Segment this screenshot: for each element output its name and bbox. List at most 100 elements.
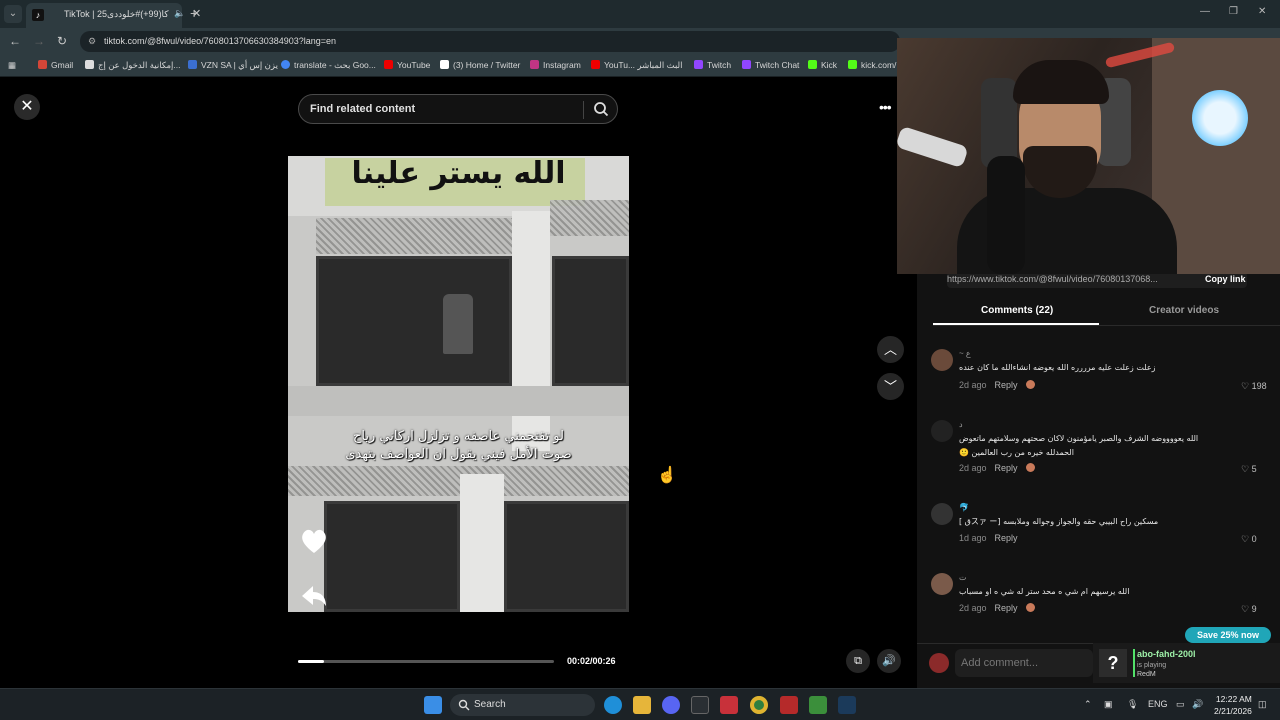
apps-grid-icon[interactable]: ▦: [8, 60, 16, 71]
bookmark-gmail[interactable]: Gmail: [38, 60, 73, 70]
audio-playing-icon[interactable]: 🔈: [174, 8, 185, 19]
x-icon: [440, 60, 449, 69]
edge-icon[interactable]: [604, 696, 622, 714]
notifications-icon[interactable]: ◫: [1258, 699, 1267, 710]
bookmark-instagram[interactable]: Instagram: [530, 60, 581, 70]
add-comment-input[interactable]: Add comment...: [955, 649, 1093, 677]
url-text: tiktok.com/@8fwul/video/7608013706630384…: [104, 36, 337, 46]
avatar[interactable]: [931, 420, 953, 442]
bookmark-label: YouTu... البث المباشر: [604, 60, 683, 70]
comment-username[interactable]: ~ ع: [959, 349, 971, 358]
bookmark-kick-com[interactable]: kick.com/: [848, 60, 896, 70]
next-video-chevron-down-icon[interactable]: ﹀: [877, 373, 904, 400]
alert-username: abo-fahd-200l: [1137, 649, 1196, 659]
chrome-icon[interactable]: [750, 696, 768, 714]
speaker-icon[interactable]: 🔊: [1192, 699, 1203, 710]
browser-tab-tiktok[interactable]: ♪ TikTok | 25کا(99+)#خلوددی 🔈 ✕: [26, 3, 201, 28]
reply-button[interactable]: Reply: [995, 463, 1018, 473]
start-windows-icon[interactable]: [424, 696, 442, 714]
tab-comments[interactable]: Comments (22): [981, 305, 1053, 316]
xbox-app-icon[interactable]: [691, 696, 709, 714]
tray-chevron-up-icon[interactable]: ⌃: [1084, 699, 1092, 710]
reaction-icon[interactable]: [1025, 380, 1035, 389]
video-progress-bar[interactable]: [298, 660, 554, 663]
comment-username[interactable]: 🐬: [959, 503, 969, 512]
save-25-button[interactable]: Save 25% now: [1185, 627, 1271, 643]
share-arrow-icon[interactable]: [300, 584, 328, 608]
omnibox[interactable]: ⚙ tiktok.com/@8fwul/video/76080137066303…: [80, 31, 900, 52]
bookmark-twitch-chat[interactable]: Twitch Chat: [742, 60, 799, 70]
bookmark-access[interactable]: إمكانية الدخول عن إج...: [85, 60, 181, 71]
microphone-icon[interactable]: 🎙: [1127, 699, 1138, 710]
bookmark-label: Instagram: [543, 60, 581, 70]
file-explorer-icon[interactable]: [633, 696, 651, 714]
site-info-icon[interactable]: ⚙: [88, 36, 96, 47]
reaction-icon[interactable]: [1025, 603, 1035, 612]
close-video-icon[interactable]: ✕: [14, 94, 40, 120]
language-indicator[interactable]: ENG: [1148, 699, 1168, 709]
bookmark-twitch[interactable]: Twitch: [694, 60, 731, 70]
video-link-text: https://www.tiktok.com/@8fwul/video/7608…: [947, 274, 1158, 284]
bookmark-youtube[interactable]: YouTube: [384, 60, 430, 70]
rockstar-icon[interactable]: [780, 696, 798, 714]
avatar[interactable]: [931, 573, 953, 595]
more-options-icon[interactable]: •••: [879, 99, 892, 115]
like-heart-icon[interactable]: [300, 528, 328, 554]
reply-button[interactable]: Reply: [995, 380, 1018, 390]
bookmark-youtube-live[interactable]: YouTu... البث المباشر: [591, 60, 682, 71]
search-divider: [583, 101, 584, 119]
tray-app-icon[interactable]: ▣: [1104, 699, 1113, 710]
question-icon: ?: [1099, 649, 1127, 677]
stream-logo-icon: [1192, 90, 1248, 146]
bookmark-favicon-icon: [38, 60, 47, 69]
bookmark-translate[interactable]: translate - بحث Goo...: [281, 60, 376, 71]
comment-age: 2d ago: [959, 380, 987, 390]
discord-icon[interactable]: [662, 696, 680, 714]
kick-icon: [808, 60, 817, 69]
comment-like-count[interactable]: ♡ 5: [1241, 464, 1257, 475]
previous-video-chevron-up-icon[interactable]: ︿: [877, 336, 904, 363]
taskbar-search[interactable]: Search: [450, 694, 595, 716]
bookmark-kick[interactable]: Kick: [808, 60, 837, 70]
window-close-icon[interactable]: ✕: [1258, 6, 1266, 17]
tab-creator-videos[interactable]: Creator videos: [1149, 305, 1219, 316]
tab-list-chevron-icon[interactable]: ⌄: [4, 5, 22, 23]
game-launcher-icon[interactable]: [809, 696, 827, 714]
comment-like-count[interactable]: ♡ 198: [1241, 381, 1267, 392]
like-count: 9: [1251, 604, 1257, 614]
recorder-icon[interactable]: [720, 696, 738, 714]
forward-arrow-icon[interactable]: →: [33, 34, 45, 48]
comment-like-count[interactable]: ♡ 0: [1241, 534, 1257, 545]
reply-button[interactable]: Reply: [995, 603, 1018, 613]
bookmark-favicon-icon: [188, 60, 197, 69]
copy-link-button[interactable]: Copy link: [1205, 274, 1246, 284]
reload-icon[interactable]: ↻: [57, 34, 67, 48]
bookmark-twitter[interactable]: (3) Home / Twitter: [440, 60, 520, 70]
video-person: [443, 294, 473, 354]
bookmark-vzn[interactable]: VZN SA | يزن إس أي: [188, 60, 278, 71]
comment-like-count[interactable]: ♡ 9: [1241, 604, 1257, 615]
comment-age: 2d ago: [959, 603, 987, 613]
avatar[interactable]: [931, 503, 953, 525]
tab-title: TikTok | 25کا(99+)#خلوددی: [64, 9, 169, 19]
volume-icon[interactable]: 🔊: [877, 649, 901, 673]
tiktok-favicon-icon: ♪: [32, 9, 44, 21]
comment-username[interactable]: د: [959, 420, 963, 429]
restore-icon[interactable]: ❐: [1229, 6, 1238, 17]
related-search-box[interactable]: Find related content: [298, 94, 618, 124]
minimize-icon[interactable]: —: [1200, 6, 1210, 17]
reaction-icon[interactable]: [1025, 463, 1035, 472]
comment-text: الله يرسيهم ام شي ه محد ستر له شي ه او م…: [959, 587, 1130, 596]
back-arrow-icon[interactable]: ←: [9, 34, 21, 48]
copy-link-row: https://www.tiktok.com/@8fwul/video/7608…: [947, 272, 1247, 288]
comment-username[interactable]: ت: [959, 573, 967, 582]
reply-button[interactable]: Reply: [995, 533, 1018, 543]
steam-icon[interactable]: [838, 696, 856, 714]
search-icon[interactable]: [593, 101, 609, 117]
new-tab-plus-icon[interactable]: +: [190, 5, 198, 21]
network-icon[interactable]: ▭: [1176, 699, 1185, 710]
taskbar-clock[interactable]: 12:22 AM 2/21/2026: [1214, 693, 1252, 717]
video-player[interactable]: الله يستر علينا لو تقتحمني عاصفه و تزلزل…: [288, 156, 629, 612]
avatar[interactable]: [931, 349, 953, 371]
picture-in-picture-icon[interactable]: ⧉: [846, 649, 870, 673]
